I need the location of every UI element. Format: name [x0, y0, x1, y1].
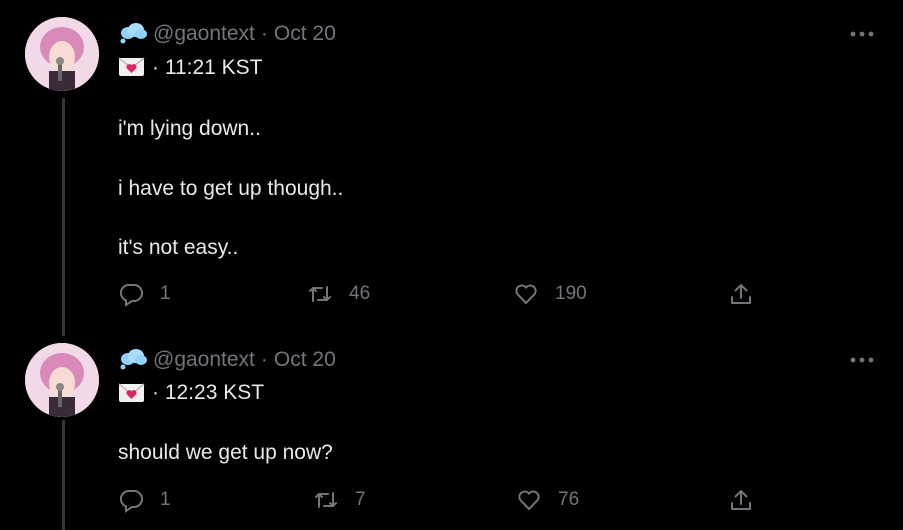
- share-button[interactable]: [728, 487, 754, 513]
- share-button[interactable]: [728, 281, 754, 307]
- share-icon: [731, 490, 751, 510]
- love-letter-icon: [118, 383, 145, 402]
- reply-count: 1: [160, 283, 171, 304]
- reply-count: 1: [160, 489, 171, 510]
- share-icon: [731, 284, 751, 304]
- retweet-button[interactable]: 7: [313, 487, 366, 513]
- avatar[interactable]: [25, 17, 99, 91]
- tweet-2[interactable]: @gaontext · Oct 20 · 12:23 KST should we g…: [0, 340, 903, 530]
- like-button[interactable]: 76: [516, 487, 579, 513]
- reply-button[interactable]: 1: [118, 281, 171, 307]
- more-options-icon[interactable]: [849, 27, 875, 41]
- like-button[interactable]: 190: [513, 281, 587, 307]
- avatar[interactable]: [25, 343, 99, 417]
- time-label: · 12:23 KST: [152, 381, 265, 404]
- cloud-emoji-icon: [120, 349, 147, 370]
- tweet-header: @gaontext · Oct 20: [153, 348, 336, 372]
- like-count: 190: [555, 283, 587, 304]
- tweet-text-line: should we get up now?: [118, 441, 333, 464]
- header-separator: ·: [260, 22, 268, 45]
- author-handle[interactable]: @gaontext: [153, 348, 255, 371]
- like-icon: [515, 284, 537, 304]
- retweet-count: 46: [349, 283, 371, 304]
- like-icon: [518, 490, 540, 510]
- retweet-count: 7: [355, 489, 366, 510]
- retweet-icon: [309, 286, 331, 302]
- cloud-emoji-icon: [120, 23, 147, 44]
- reply-icon: [119, 490, 143, 513]
- like-count: 76: [558, 489, 580, 510]
- tweet-text-line: it's not easy..: [118, 236, 239, 259]
- love-letter-icon: [118, 57, 145, 76]
- more-options-icon[interactable]: [849, 353, 875, 367]
- tweet-date[interactable]: Oct 20: [274, 348, 336, 371]
- time-label: · 11:21 KST: [152, 56, 263, 79]
- retweet-icon: [315, 492, 337, 508]
- header-separator: ·: [260, 348, 268, 371]
- tweet-header: @gaontext · Oct 20: [153, 22, 336, 46]
- author-handle[interactable]: @gaontext: [153, 22, 255, 45]
- tweet-date[interactable]: Oct 20: [274, 22, 336, 45]
- reply-button[interactable]: 1: [118, 487, 171, 513]
- reply-icon: [119, 284, 143, 307]
- tweet-text-line: i'm lying down..: [118, 117, 261, 140]
- tweet-text-line: i have to get up though..: [118, 177, 344, 200]
- retweet-button[interactable]: 46: [307, 281, 370, 307]
- tweet-1[interactable]: @gaontext · Oct 20 · 11:21 KST i'm lying d…: [0, 0, 903, 340]
